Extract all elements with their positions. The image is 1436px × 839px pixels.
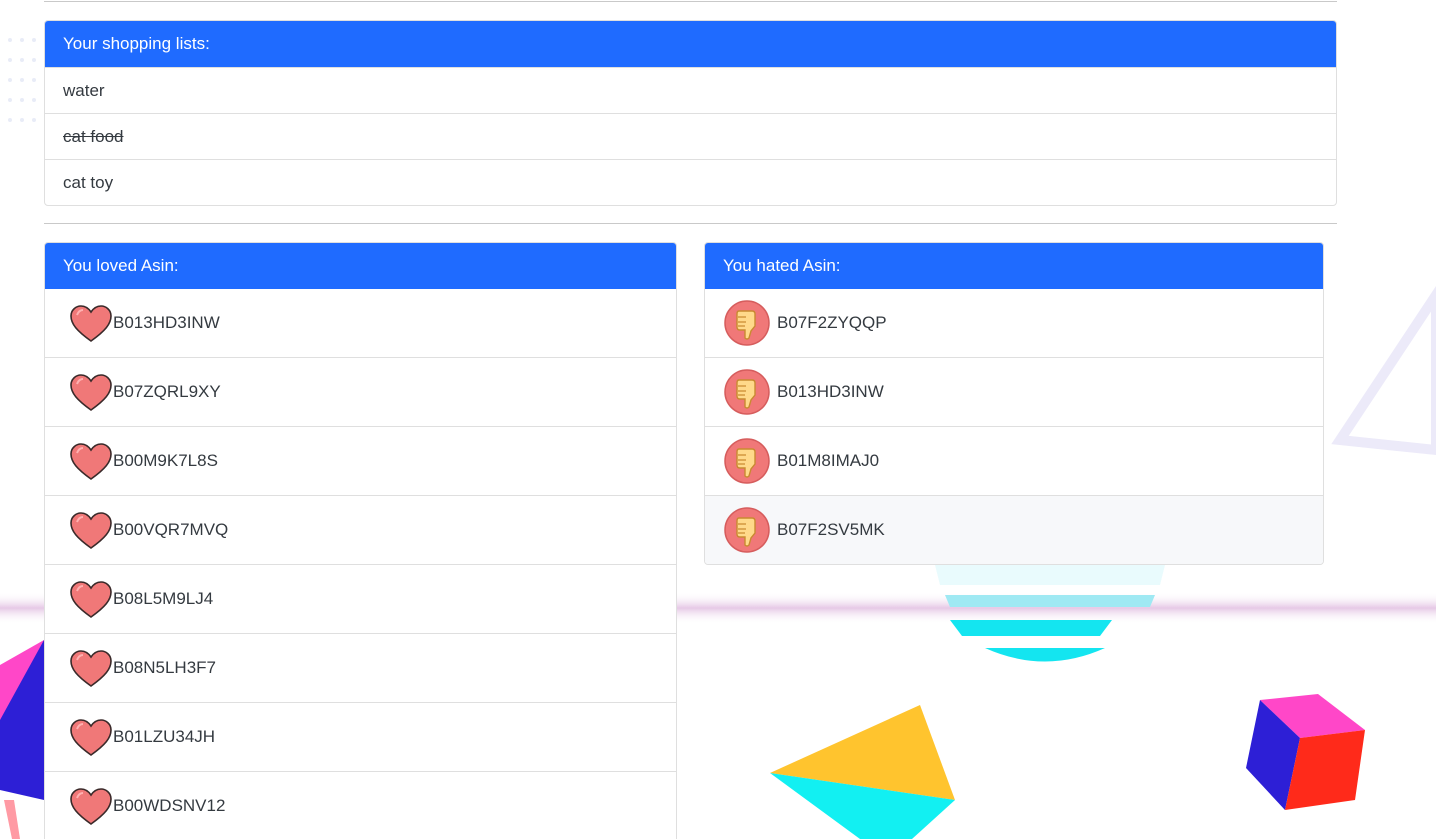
- shopping-list-item[interactable]: water: [45, 67, 1336, 113]
- faint-triangle-outline: [1331, 285, 1436, 456]
- thumbs-down-icon: [724, 507, 770, 553]
- hated-asin-card: You hated Asin: B07F2ZYQQP B013HD3INW B0…: [704, 242, 1324, 565]
- thumbs-down-icon: [724, 369, 770, 415]
- heart-icon: [70, 512, 112, 549]
- heart-icon: [70, 305, 112, 342]
- loved-asin-card: You loved Asin: B013HD3INW B07ZQRL9XY B0…: [44, 242, 677, 839]
- loved-asin-label: B08L5M9LJ4: [113, 589, 214, 608]
- loved-asin-item[interactable]: B08L5M9LJ4: [45, 564, 676, 633]
- hated-asin-item[interactable]: B07F2SV5MK: [705, 495, 1323, 564]
- shopping-list-item[interactable]: cat food: [45, 113, 1336, 159]
- loved-asin-item[interactable]: B00M9K7L8S: [45, 426, 676, 495]
- heart-icon: [70, 650, 112, 687]
- hated-asin-header: You hated Asin:: [705, 243, 1323, 289]
- hated-asin-item[interactable]: B07F2ZYQQP: [705, 289, 1323, 357]
- loved-asin-item[interactable]: B013HD3INW: [45, 289, 676, 357]
- hated-asin-label: B07F2SV5MK: [777, 520, 885, 539]
- loved-asin-item[interactable]: B01LZU34JH: [45, 702, 676, 771]
- cube-shape: [1246, 694, 1365, 810]
- loved-asin-header: You loved Asin:: [45, 243, 676, 289]
- page: Your shopping lists: water cat food cat …: [0, 0, 1436, 839]
- loved-asin-label: B07ZQRL9XY: [113, 382, 221, 401]
- loved-asin-item[interactable]: B07ZQRL9XY: [45, 357, 676, 426]
- loved-asin-item[interactable]: B00VQR7MVQ: [45, 495, 676, 564]
- hated-asin-label: B013HD3INW: [777, 382, 884, 401]
- loved-asin-label: B00VQR7MVQ: [113, 520, 229, 539]
- heart-icon: [70, 719, 112, 756]
- loved-asin-item[interactable]: B08N5LH3F7: [45, 633, 676, 702]
- heart-icon: [70, 374, 112, 411]
- dot-pattern: [8, 38, 36, 122]
- thumbs-down-icon: [724, 300, 770, 346]
- shopping-lists-header: Your shopping lists:: [45, 21, 1336, 67]
- left-prism-shape: [0, 640, 44, 839]
- shopping-list-item[interactable]: cat toy: [45, 159, 1336, 205]
- divider-top: [44, 1, 1337, 2]
- heart-icon: [70, 443, 112, 480]
- hated-asin-label: B01M8IMAJ0: [777, 451, 880, 470]
- triangle-shape: [770, 705, 955, 839]
- heart-icon: [70, 788, 112, 825]
- divider-middle: [44, 223, 1337, 224]
- shopping-lists-card: Your shopping lists: water cat food cat …: [44, 20, 1337, 206]
- hated-asin-label: B07F2ZYQQP: [777, 313, 887, 332]
- loved-asin-label: B08N5LH3F7: [113, 658, 217, 677]
- hated-asin-item[interactable]: B013HD3INW: [705, 357, 1323, 426]
- loved-asin-label: B00M9K7L8S: [113, 451, 218, 470]
- loved-asin-label: B01LZU34JH: [113, 727, 216, 746]
- loved-asin-label: B00WDSNV12: [113, 796, 226, 815]
- heart-icon: [70, 581, 112, 618]
- loved-asin-item[interactable]: B00WDSNV12: [45, 771, 676, 839]
- loved-asin-label: B013HD3INW: [113, 313, 220, 332]
- thumbs-down-icon: [724, 438, 770, 484]
- hated-asin-item[interactable]: B01M8IMAJ0: [705, 426, 1323, 495]
